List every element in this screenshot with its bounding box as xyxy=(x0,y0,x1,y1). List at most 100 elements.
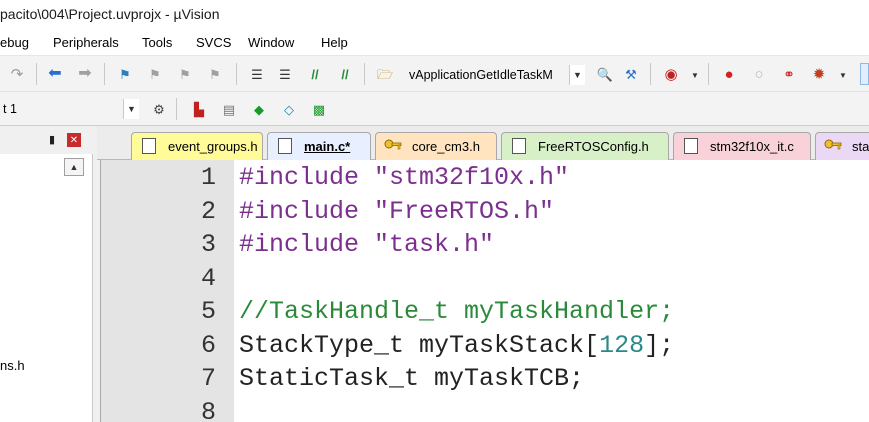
code-token: //TaskHandle_t myTaskHandler; xyxy=(239,297,675,326)
toolbar-separator xyxy=(364,63,365,85)
disable-breakpoints-icon[interactable]: ⚭ xyxy=(780,65,798,83)
debug-session-icon[interactable]: ◉ xyxy=(662,65,680,83)
indent-icon[interactable]: ☰ xyxy=(248,65,266,83)
uncomment-selection-icon[interactable]: // xyxy=(336,65,354,83)
menu-bar: ebug Peripherals Tools SVCS Window Help xyxy=(0,30,869,56)
chevron-down-icon[interactable]: ▼ xyxy=(569,65,585,85)
find-in-files-icon[interactable]: 🗁 xyxy=(376,65,394,83)
code-token: #include "task.h" xyxy=(239,230,495,259)
menu-peripherals[interactable]: Peripherals xyxy=(53,35,119,50)
toolbar-separator xyxy=(36,63,37,85)
code-text: //TaskHandle_t myTaskHandler; xyxy=(239,297,674,326)
manage-project-items-icon[interactable]: ▙ xyxy=(190,100,208,118)
target-combo[interactable]: t 1 ▼ xyxy=(0,98,140,120)
chevron-down-icon[interactable]: ▼ xyxy=(123,99,139,119)
tab-core-cm3-h[interactable]: core_cm3.h xyxy=(375,132,497,160)
code-token: StaticTask_t myTaskTCB; xyxy=(239,364,585,393)
clear-bookmarks-icon[interactable]: ⚑ xyxy=(206,65,224,83)
toolbar-separator xyxy=(176,98,177,120)
menu-svcs[interactable]: SVCS xyxy=(196,35,231,50)
code-token: 128 xyxy=(599,330,645,360)
options-for-target-icon[interactable]: ⚙ xyxy=(150,100,168,118)
kill-breakpoints-icon[interactable]: ✹ xyxy=(810,65,828,83)
code-line[interactable]: 7 StaticTask_t myTaskTCB; xyxy=(101,364,869,397)
manage-multi-project-icon[interactable]: ▤ xyxy=(220,100,238,118)
tab-sta[interactable]: sta xyxy=(815,132,869,160)
comment-selection-icon[interactable]: // xyxy=(306,65,324,83)
code-line[interactable]: 1 #include "stm32f10x.h" xyxy=(101,163,869,196)
code-text: #include "task.h" xyxy=(239,230,494,259)
menu-tools[interactable]: Tools xyxy=(142,35,172,50)
unindent-icon[interactable]: ☰ xyxy=(276,65,294,83)
navigate-forward-icon[interactable]: ➡ xyxy=(76,65,94,83)
line-number: 4 xyxy=(200,263,216,293)
redo-icon[interactable]: ↷ xyxy=(8,65,26,83)
enable-breakpoint-icon[interactable]: ○ xyxy=(750,65,768,83)
target-combo-value: t 1 xyxy=(3,102,17,116)
find-replace-icon[interactable]: ⚒ xyxy=(622,65,640,83)
menu-window[interactable]: Window xyxy=(248,35,294,50)
code-token: ]; xyxy=(644,330,675,360)
code-line[interactable]: 5 //TaskHandle_t myTaskHandler; xyxy=(101,297,869,330)
tab-label: sta xyxy=(852,139,869,154)
code-token: #include "FreeRTOS.h" xyxy=(239,196,555,226)
function-combo[interactable]: vApplicationGetIdleTaskM ▼ xyxy=(404,64,586,86)
code-editor[interactable]: 1 #include "stm32f10x.h" 2 #include "FreeRT… xyxy=(100,160,869,422)
main-toolbar: ↷ ⬅ ➡ ⚑ ⚑ ⚑ ⚑ ☰ ☰ // // 🗁 vApplicationGe… xyxy=(0,56,869,92)
project-panel-header: ▮ ✕ xyxy=(0,126,93,154)
navigate-back-icon[interactable]: ⬅ xyxy=(46,65,64,83)
line-number: 2 xyxy=(200,196,216,226)
tab-freertosconfig-h[interactable]: FreeRTOSConfig.h xyxy=(501,132,669,160)
tab-event-groups-h[interactable]: event_groups.h xyxy=(131,132,263,160)
window-layout-button[interactable] xyxy=(860,63,869,85)
build-toolbar: t 1 ▼ ⚙ ▙ ▤ ◆ ◇ ▩ xyxy=(0,92,869,126)
code-line[interactable]: 3 #include "task.h" xyxy=(101,230,869,263)
tab-stm32f10x-it-c[interactable]: stm32f10x_it.c xyxy=(673,132,811,160)
toolbar-separator xyxy=(236,63,237,85)
close-icon[interactable]: ✕ xyxy=(67,133,81,147)
menu-debug[interactable]: ebug xyxy=(0,35,29,50)
toolbar-separator xyxy=(104,63,105,85)
code-line[interactable]: 6 StackType_t myTaskStack[128]; xyxy=(101,331,869,364)
line-number: 1 xyxy=(200,163,216,192)
code-text: StackType_t myTaskStack[128]; xyxy=(239,331,674,360)
tab-label: event_groups.h xyxy=(168,139,258,154)
file-icon xyxy=(684,138,698,154)
code-text: StaticTask_t myTaskTCB; xyxy=(239,364,584,393)
code-token: #include "stm32f10x.h" xyxy=(239,163,570,192)
tab-main-c[interactable]: main.c* xyxy=(267,132,371,160)
line-number: 7 xyxy=(200,364,216,393)
function-combo-value: vApplicationGetIdleTaskM xyxy=(409,68,553,82)
code-line[interactable]: 2 #include "FreeRTOS.h" xyxy=(101,197,869,230)
editor-tab-strip: event_groups.h main.c* core_cm3.h FreeRT… xyxy=(97,126,869,160)
key-file-icon xyxy=(824,139,842,150)
insert-breakpoint-icon[interactable]: ● xyxy=(720,65,738,83)
window-title: pacito\004\Project.uvprojx - µVision xyxy=(0,6,220,22)
file-icon xyxy=(142,138,156,154)
project-panel: ▮ ✕ ▲ ns.h xyxy=(0,126,93,422)
chevron-down-icon[interactable]: ▼ xyxy=(686,67,704,85)
incremental-find-icon[interactable]: 🔍 xyxy=(596,65,614,83)
code-line[interactable]: 8 xyxy=(101,398,869,422)
scroll-up-button[interactable]: ▲ xyxy=(64,158,84,176)
key-file-icon xyxy=(384,139,402,150)
pack-installer-icon[interactable]: ▩ xyxy=(310,100,328,118)
manage-run-time-environment-icon[interactable]: ◆ xyxy=(250,100,268,118)
chevron-down-icon[interactable]: ▼ xyxy=(834,67,852,85)
line-number: 6 xyxy=(200,330,216,360)
file-icon xyxy=(278,138,292,154)
select-software-packs-icon[interactable]: ◇ xyxy=(280,100,298,118)
file-icon xyxy=(512,138,526,154)
next-bookmark-icon[interactable]: ⚑ xyxy=(176,65,194,83)
menu-help[interactable]: Help xyxy=(321,35,348,50)
project-tree-file-label[interactable]: ns.h xyxy=(0,358,25,373)
tab-label: main.c* xyxy=(304,139,351,154)
pin-icon[interactable]: ▮ xyxy=(49,133,55,146)
line-number: 3 xyxy=(200,230,216,259)
code-line[interactable]: 4 xyxy=(101,264,869,297)
insert-bookmark-icon[interactable]: ⚑ xyxy=(116,65,134,83)
previous-bookmark-icon[interactable]: ⚑ xyxy=(146,65,164,83)
tab-label: stm32f10x_it.c xyxy=(710,139,794,154)
code-text: #include "FreeRTOS.h" xyxy=(239,197,554,226)
title-bar: pacito\004\Project.uvprojx - µVision xyxy=(0,0,869,30)
